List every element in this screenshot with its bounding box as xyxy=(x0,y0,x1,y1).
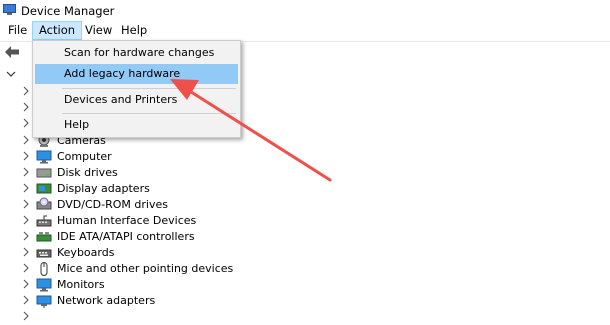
tree-item-label: Monitors xyxy=(57,278,105,291)
chevron-right-icon[interactable] xyxy=(22,86,30,96)
menu-bar: File Action View Help xyxy=(0,20,610,41)
menu-item-label: Devices and Printers xyxy=(64,93,178,106)
back-arrow-icon[interactable] xyxy=(4,45,20,59)
chevron-down-icon[interactable] xyxy=(6,70,16,78)
device-manager-app-icon xyxy=(3,4,16,15)
menu-item-scan-hardware[interactable]: Scan for hardware changes xyxy=(35,43,238,63)
chevron-right-icon[interactable] xyxy=(22,231,30,241)
tree-item-label: DVD/CD-ROM drives xyxy=(57,198,168,211)
menu-action[interactable]: Action xyxy=(32,21,83,40)
chevron-right-icon[interactable] xyxy=(22,135,30,145)
dvd-drive-icon xyxy=(36,197,52,210)
menu-item-label: Help xyxy=(64,118,90,131)
chevron-right-icon[interactable] xyxy=(22,102,30,112)
chevron-right-icon[interactable] xyxy=(22,247,30,257)
keyboard-icon xyxy=(36,249,52,258)
chevron-right-icon[interactable] xyxy=(22,215,30,225)
menu-item-label: Add legacy hardware xyxy=(64,67,181,80)
ide-controller-icon xyxy=(36,232,52,242)
tree-item-label: Display adapters xyxy=(57,182,150,195)
disk-drive-icon xyxy=(36,168,52,178)
menu-separator xyxy=(62,113,236,114)
menu-view[interactable]: View xyxy=(79,22,118,39)
menu-separator xyxy=(62,88,236,89)
chevron-right-icon[interactable] xyxy=(22,263,30,273)
title-bar: Device Manager xyxy=(0,0,610,20)
menu-item-add-legacy-hardware[interactable]: Add legacy hardware xyxy=(35,64,238,84)
tree-item-label: Computer xyxy=(57,150,112,163)
menu-item-devices-and-printers[interactable]: Devices and Printers xyxy=(35,90,238,110)
chevron-right-icon[interactable] xyxy=(22,295,30,305)
computer-icon xyxy=(36,150,52,164)
menu-help[interactable]: Help xyxy=(115,22,153,39)
monitor-icon xyxy=(36,278,52,292)
menu-item-help[interactable]: Help xyxy=(35,115,238,135)
chevron-right-icon[interactable] xyxy=(22,118,30,128)
menu-file[interactable]: File xyxy=(2,22,33,39)
tree-item-label: Network adapters xyxy=(57,294,156,307)
mouse-icon xyxy=(40,262,48,276)
chevron-right-icon[interactable] xyxy=(22,151,30,161)
tree-item-label: Mice and other pointing devices xyxy=(57,262,234,275)
chevron-right-icon[interactable] xyxy=(22,183,30,193)
window-title: Device Manager xyxy=(21,4,115,18)
hid-icon xyxy=(36,215,52,227)
action-menu-dropdown: Scan for hardware changes Add legacy har… xyxy=(32,40,241,138)
chevron-right-icon[interactable] xyxy=(22,167,30,177)
tree-item-label: Disk drives xyxy=(57,166,118,179)
chevron-right-icon[interactable] xyxy=(22,279,30,289)
tree-item-label: Keyboards xyxy=(57,246,115,259)
chevron-right-icon[interactable] xyxy=(22,311,30,321)
network-adapter-icon xyxy=(36,295,52,308)
tree-item-label: IDE ATA/ATAPI controllers xyxy=(57,230,195,243)
chevron-right-icon[interactable] xyxy=(22,199,30,209)
menu-item-label: Scan for hardware changes xyxy=(64,46,215,59)
tree-item-label: Human Interface Devices xyxy=(57,214,197,227)
display-adapter-icon xyxy=(36,183,52,194)
